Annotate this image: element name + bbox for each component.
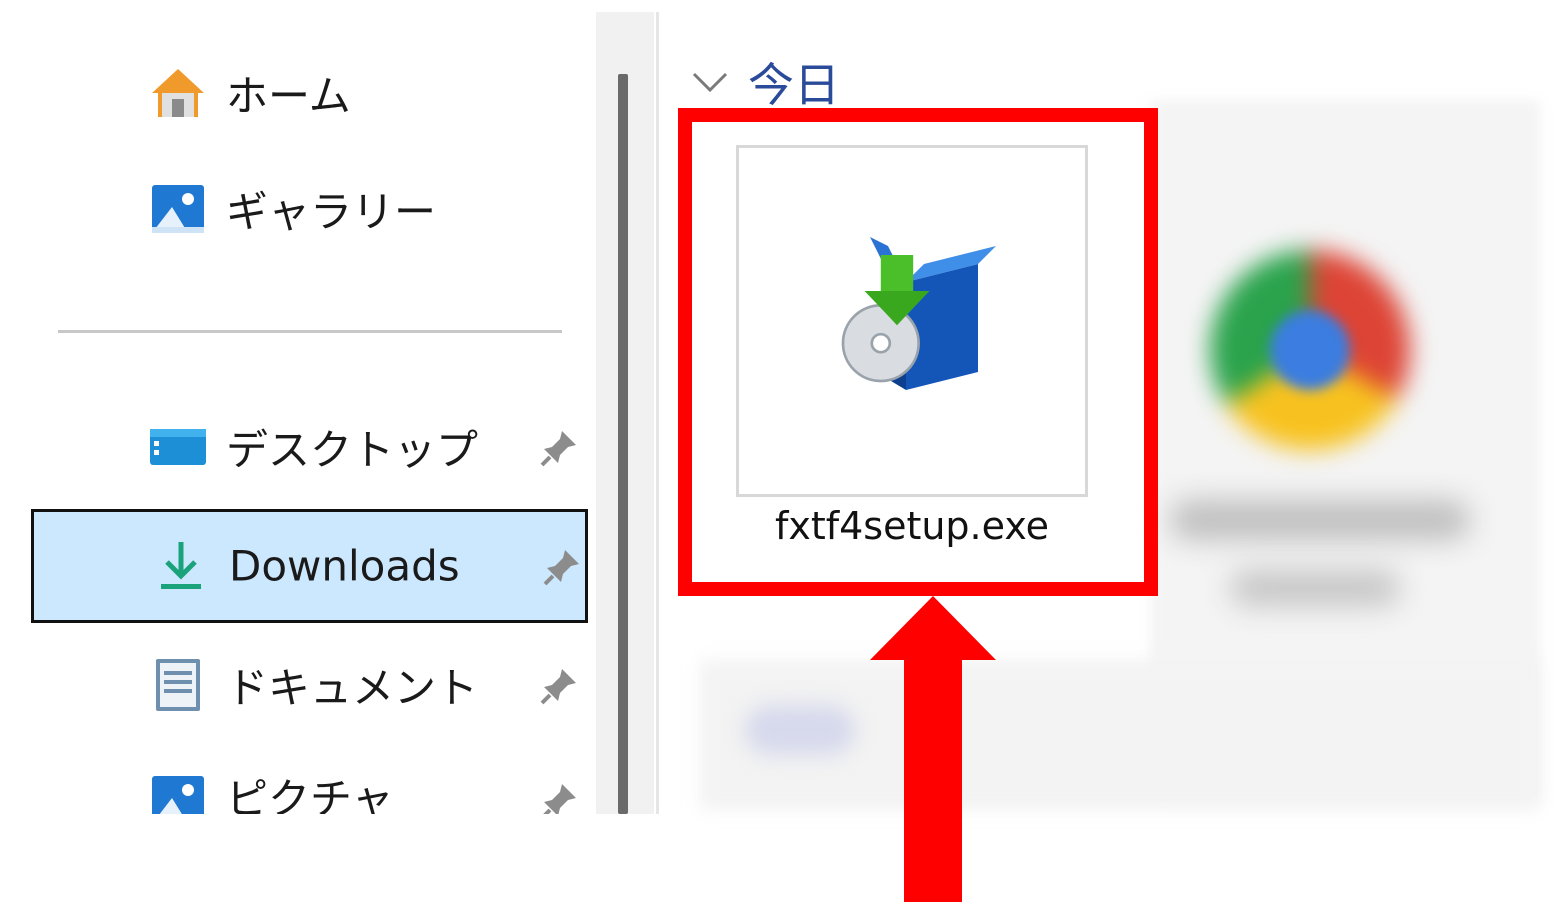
nav-item-desktop[interactable]: デスクトップ xyxy=(0,392,590,502)
pin-icon[interactable] xyxy=(540,665,580,705)
nav-item-documents[interactable]: ドキュメント xyxy=(0,630,590,740)
nav-item-gallery[interactable]: ギャラリー xyxy=(0,154,590,264)
group-header-today[interactable]: 今日 xyxy=(688,52,840,112)
group-title: 今日 xyxy=(748,58,840,112)
document-icon xyxy=(156,659,200,711)
arrow-up-icon xyxy=(870,596,996,902)
nav-item-label: ピクチャ xyxy=(226,774,394,815)
nav-item-label: ドキュメント xyxy=(226,663,479,713)
scrollbar-thumb[interactable] xyxy=(618,74,628,814)
nav-item-label: デスクトップ xyxy=(226,425,479,475)
pin-icon[interactable] xyxy=(540,780,580,814)
gallery-icon xyxy=(152,185,204,233)
pin-icon[interactable] xyxy=(540,427,580,467)
highlight-box xyxy=(678,108,1158,596)
nav-item-pictures[interactable]: ピクチャ xyxy=(0,744,590,814)
nav-item-home[interactable]: ホーム xyxy=(0,38,590,148)
nav-divider xyxy=(58,330,562,333)
pictures-icon xyxy=(152,776,204,814)
pin-icon[interactable] xyxy=(543,546,583,586)
nav-item-label: Downloads xyxy=(229,541,460,591)
home-icon xyxy=(152,69,204,117)
pane-splitter[interactable] xyxy=(656,12,659,814)
nav-item-label: ギャラリー xyxy=(226,187,437,237)
desktop-icon xyxy=(150,429,206,465)
screenshot: ホーム ギャラリー デスクトップ Downloads ドキュメント ピクチャ 今… xyxy=(0,0,1556,902)
nav-item-downloads[interactable]: Downloads xyxy=(31,509,588,623)
download-icon xyxy=(161,542,201,589)
nav-item-label: ホーム xyxy=(226,71,351,121)
navigation-pane: ホーム ギャラリー デスクトップ Downloads ドキュメント ピクチャ xyxy=(0,0,596,814)
chevron-down-icon[interactable] xyxy=(688,60,732,104)
